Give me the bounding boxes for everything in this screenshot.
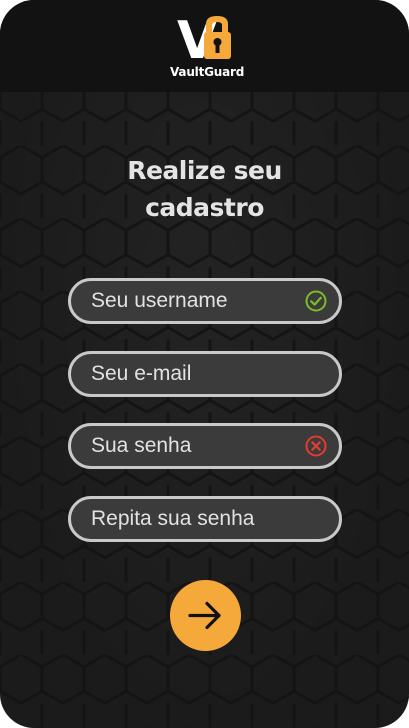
vaultguard-logo: V VaultGuard	[170, 10, 245, 82]
username-field[interactable]	[68, 278, 342, 324]
x-circle-icon	[305, 435, 327, 457]
check-circle-icon	[305, 290, 327, 312]
confirm-password-input[interactable]	[71, 499, 339, 539]
password-input[interactable]	[71, 426, 339, 466]
brand-name: VaultGuard	[170, 65, 245, 79]
vg-monogram-icon: V	[177, 11, 231, 71]
page-title: Realize seu cadastro	[127, 156, 282, 222]
arrow-right-icon	[188, 601, 221, 630]
email-input[interactable]	[71, 354, 339, 394]
phone-screen: V VaultGuard Realize seu cadastro	[0, 0, 409, 728]
password-field[interactable]	[68, 423, 342, 469]
header-bar: V VaultGuard	[0, 0, 409, 92]
next-button[interactable]	[170, 580, 241, 651]
username-input[interactable]	[71, 281, 339, 321]
email-field[interactable]	[68, 351, 342, 397]
confirm-password-field[interactable]	[68, 496, 342, 542]
